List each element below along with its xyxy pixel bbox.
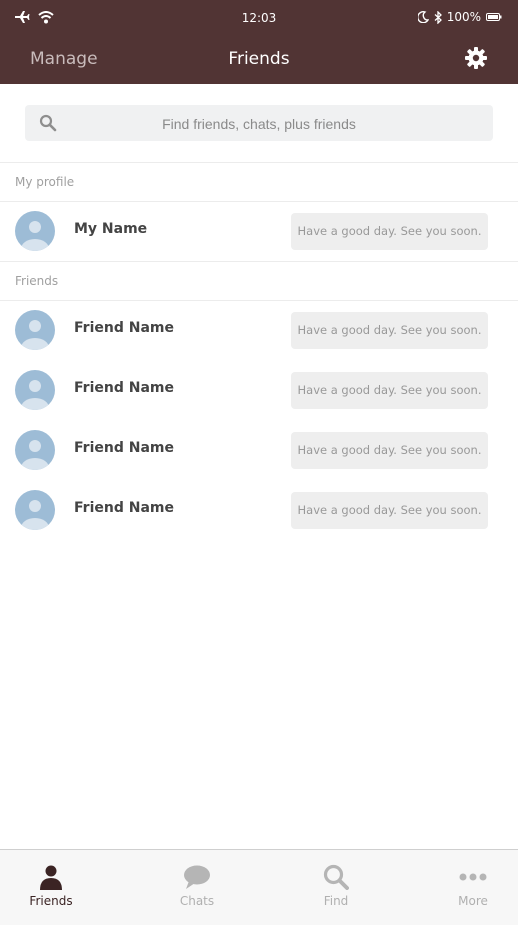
friend-name: Friend Name: [74, 380, 174, 396]
status-message: Have a good day. See you soon.: [291, 372, 488, 409]
avatar: [15, 490, 55, 530]
avatar-person-icon: [21, 221, 49, 251]
more-dots-icon: [459, 873, 487, 881]
friend-row[interactable]: Friend Name Have a good day. See you soo…: [0, 420, 518, 480]
tab-label: Friends: [29, 894, 73, 908]
section-header-friends: Friends: [0, 262, 518, 301]
friend-name: Friend Name: [74, 440, 174, 456]
avatar: [15, 430, 55, 470]
tab-find[interactable]: Find: [281, 850, 391, 925]
nav-bar: Manage Friends: [0, 36, 518, 84]
search-area: Find friends, chats, plus friends: [0, 84, 518, 163]
tab-label: Chats: [179, 894, 215, 908]
my-profile-row[interactable]: My Name Have a good day. See you soon.: [0, 201, 518, 262]
search-placeholder: Find friends, chats, plus friends: [162, 116, 356, 132]
tab-more[interactable]: More: [418, 850, 518, 925]
friend-row[interactable]: Friend Name Have a good day. See you soo…: [0, 300, 518, 360]
status-right: 100%: [417, 10, 502, 24]
tab-chats[interactable]: Chats: [142, 850, 252, 925]
app-header: 12:03 100% Manage Friends: [0, 0, 518, 84]
friend-row[interactable]: Friend Name Have a good day. See you soo…: [0, 360, 518, 420]
friend-row[interactable]: Friend Name Have a good day. See you soo…: [0, 480, 518, 540]
bluetooth-icon: [434, 10, 442, 24]
tab-bar: Friends Chats Find More: [0, 849, 518, 925]
avatar-person-icon: [21, 320, 49, 350]
section-header-my-profile: My profile: [0, 163, 518, 202]
moon-icon: [417, 11, 429, 23]
tab-label: Find: [323, 894, 349, 908]
tab-friends[interactable]: Friends: [0, 850, 106, 925]
section-label: My profile: [15, 175, 75, 189]
status-message: Have a good day. See you soon.: [291, 312, 488, 349]
gear-icon[interactable]: [464, 46, 488, 70]
status-message: Have a good day. See you soon.: [291, 213, 488, 250]
person-icon: [40, 865, 62, 890]
battery-icon: [486, 13, 502, 21]
avatar-person-icon: [21, 380, 49, 410]
battery-percent: 100%: [446, 10, 481, 24]
avatar: [15, 211, 55, 251]
chat-bubble-icon: [184, 865, 210, 889]
section-label: Friends: [15, 274, 59, 288]
friend-name: Friend Name: [74, 500, 174, 516]
status-bar: 12:03 100%: [0, 0, 518, 36]
search-input[interactable]: Find friends, chats, plus friends: [25, 105, 493, 141]
avatar-person-icon: [21, 440, 49, 470]
avatar: [15, 310, 55, 350]
status-message: Have a good day. See you soon.: [291, 432, 488, 469]
profile-name: My Name: [74, 221, 148, 237]
avatar: [15, 370, 55, 410]
friend-name: Friend Name: [74, 320, 174, 336]
status-message: Have a good day. See you soon.: [291, 492, 488, 529]
search-icon: [323, 864, 349, 890]
tab-label: More: [458, 894, 488, 908]
page-title: Friends: [228, 49, 290, 69]
avatar-person-icon: [21, 500, 49, 530]
